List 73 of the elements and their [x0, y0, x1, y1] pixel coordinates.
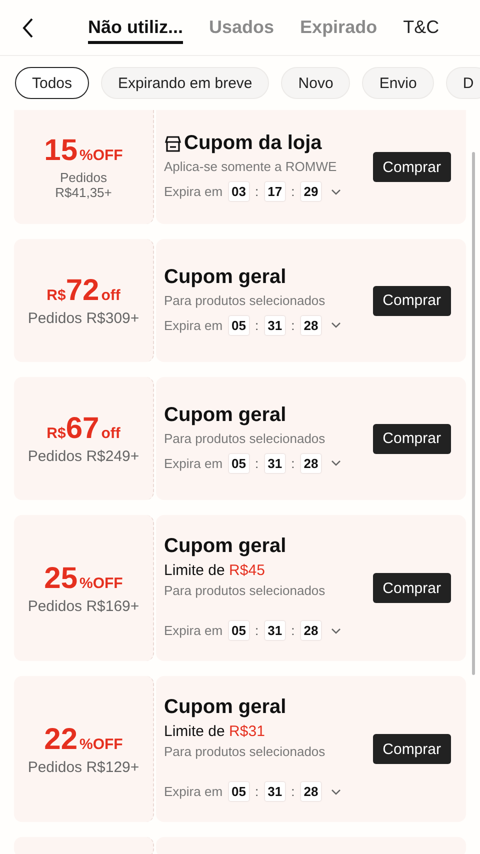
timer-digits: 05 [228, 781, 250, 802]
order-condition: Pedidos R$41,35+ [54, 170, 113, 200]
timer-digits: 03 [228, 181, 250, 202]
chevron-down-icon [331, 788, 342, 794]
timer-colon: : [291, 784, 295, 799]
timer-digits: 28 [300, 781, 322, 802]
order-condition: Pedidos R$309+ [28, 310, 140, 327]
coupon-title: Cupom da loja [184, 132, 322, 155]
timer-digits: 28 [300, 620, 322, 641]
timer-colon: : [255, 456, 259, 470]
timer-colon: : [255, 318, 259, 332]
timer-digits: 17 [264, 181, 286, 202]
expiry-label: Expira em [164, 456, 223, 470]
buy-button[interactable]: Comprar [372, 286, 451, 316]
chevron-down-icon [331, 188, 342, 194]
buy-button[interactable]: Comprar [372, 573, 451, 603]
coupon-title: Cupom geral [164, 696, 286, 719]
store-icon [164, 134, 182, 152]
buy-button[interactable]: Comprar [372, 152, 451, 182]
expiry-label: Expira em [164, 318, 223, 332]
filter-chip[interactable]: Envio [362, 67, 434, 99]
coupon-note: Aplica-se somente a ROMWE [164, 159, 338, 174]
limit-label: Limite de [164, 562, 225, 579]
coupon-note: Para produtos selecionados [164, 583, 326, 598]
timer-colon: : [291, 623, 295, 638]
timer-digits: 05 [228, 314, 250, 336]
timer-digits: 31 [264, 452, 286, 474]
chevron-down-icon [331, 628, 342, 634]
coupon-note: Para produtos selecionados [164, 292, 326, 308]
timer-colon: : [255, 784, 259, 799]
limit-value: R$31 [229, 723, 265, 740]
timer-digits: 31 [264, 620, 286, 641]
timer-colon: : [255, 623, 259, 638]
tab[interactable]: T&C [403, 11, 440, 44]
filter-chip[interactable]: D [446, 67, 480, 99]
discount-amount: 25%OFF [44, 562, 123, 596]
timer-digits: 31 [264, 314, 286, 336]
timer-digits: 05 [228, 452, 250, 474]
order-condition: Pedidos R$169+ [28, 598, 140, 614]
coupon-title: Cupom geral [164, 404, 286, 426]
filter-chip[interactable]: Novo [281, 67, 350, 99]
discount-amount: R$72 off [46, 274, 120, 308]
timer-digits: 29 [300, 181, 322, 202]
timer-colon: : [291, 184, 295, 199]
expiry-label: Expira em [164, 623, 223, 638]
timer-digits: 28 [300, 452, 322, 474]
filter-chip[interactable]: Todos [15, 67, 90, 99]
order-condition: Pedidos R$249+ [28, 448, 140, 465]
coupon-title: Cupom geral [164, 266, 286, 288]
timer-digits: 28 [300, 314, 322, 336]
back-icon [22, 16, 34, 38]
buy-button[interactable]: Comprar [372, 424, 451, 454]
coupon-note: Para produtos selecionados [164, 744, 326, 759]
timer-colon: : [291, 456, 295, 470]
buy-button[interactable]: Comprar [372, 734, 451, 764]
timer-colon: : [291, 318, 295, 332]
chevron-down-icon [331, 460, 342, 466]
timer-digits: 05 [228, 620, 250, 641]
discount-amount: R$67 off [46, 412, 120, 446]
limit-value: R$45 [229, 562, 265, 579]
limit-label: Limite de [164, 723, 225, 740]
timer-digits: 31 [264, 781, 286, 802]
expiry-label: Expira em [164, 184, 223, 199]
discount-amount: 15%OFF [44, 134, 123, 168]
coupon-title: Cupom geral [164, 535, 286, 558]
chevron-down-icon [331, 322, 342, 328]
order-condition: Pedidos R$129+ [28, 758, 140, 776]
expiry-label: Expira em [164, 784, 223, 799]
filter-chip[interactable]: Expirando em breve [101, 67, 270, 99]
discount-amount: 22%OFF [44, 722, 123, 756]
tab[interactable]: Não utiliz... [88, 11, 184, 44]
timer-colon: : [255, 184, 259, 199]
coupon-note: Para produtos selecionados [164, 430, 326, 446]
